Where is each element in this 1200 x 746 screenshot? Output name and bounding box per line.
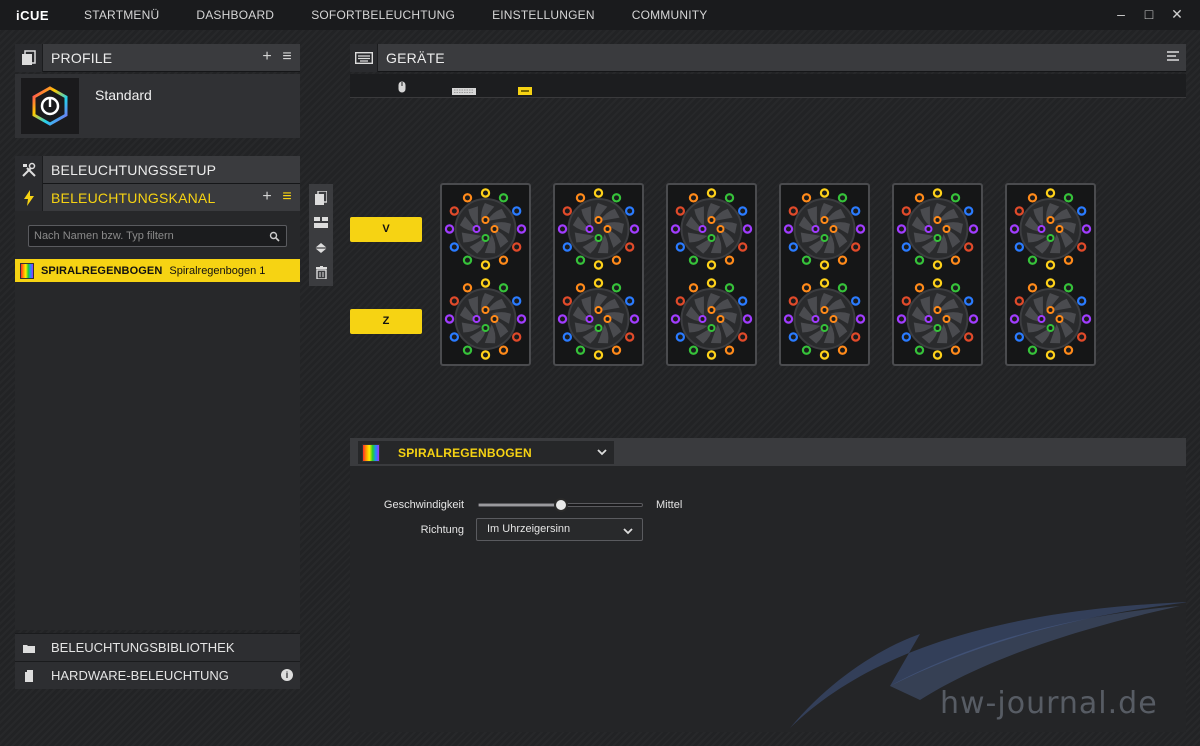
devices-header: GERÄTE	[350, 43, 1186, 72]
layers-icon[interactable]	[313, 214, 329, 231]
effect-bar: SPIRALREGENBOGEN	[350, 438, 1186, 466]
window-controls: – □ ✕	[1114, 6, 1184, 22]
fan-panel-3[interactable]	[666, 183, 757, 366]
speed-value: Mittel	[656, 499, 683, 511]
fan-panel-4[interactable]	[779, 183, 870, 366]
search-icon	[269, 229, 280, 249]
channel-header: BELEUCHTUNGSKANAL + ≡	[15, 183, 300, 212]
devices-menu-icon[interactable]	[1166, 48, 1180, 66]
fan-panel-1[interactable]	[440, 183, 531, 366]
layer-type: SPIRALREGENBOGEN	[41, 264, 163, 277]
chevron-down-icon	[622, 524, 634, 545]
fan-icon	[1009, 188, 1092, 360]
rainbow-swatch-icon	[20, 262, 34, 279]
fan-controller-icon[interactable]	[518, 82, 532, 100]
hardware-icon	[15, 669, 43, 682]
icue-window: iCUE STARTMENÜ DASHBOARD SOFORTBELEUCHTU…	[0, 0, 1200, 746]
speed-slider[interactable]	[478, 498, 643, 512]
chevron-down-icon	[596, 445, 608, 463]
effect-dropdown[interactable]: SPIRALREGENBOGEN	[358, 441, 614, 464]
folder-icon	[15, 643, 43, 653]
speed-slider-fill	[479, 504, 562, 506]
move-layer-icon[interactable]	[313, 239, 329, 256]
nav-settings[interactable]: EINSTELLUNGEN	[492, 8, 595, 22]
lightning-icon	[15, 183, 43, 212]
lighting-library[interactable]: BELEUCHTUNGSBIBLIOTHEK	[15, 633, 300, 661]
profile-menu-button[interactable]: ≡	[280, 48, 294, 66]
layer-tools	[309, 184, 333, 286]
hardware-lighting[interactable]: HARDWARE-BELEUCHTUNG i	[15, 661, 300, 689]
fan-panel-6[interactable]	[1005, 183, 1096, 366]
main-nav: STARTMENÜ DASHBOARD SOFORTBELEUCHTUNG EI…	[84, 8, 745, 22]
lighting-layers-panel: Nach Namen bzw. Typ filtern SPIRALREGENB…	[15, 211, 300, 630]
effect-selected: SPIRALREGENBOGEN	[398, 445, 532, 460]
direction-dropdown[interactable]: Im Uhrzeigersinn	[476, 518, 643, 541]
fan-icon	[670, 188, 753, 360]
mouse-icon[interactable]	[398, 80, 406, 98]
profile-icon	[15, 43, 43, 72]
fan-icon	[557, 188, 640, 360]
fan-panel-5[interactable]	[892, 183, 983, 366]
nav-instant-lighting[interactable]: SOFORTBELEUCHTUNG	[311, 8, 455, 22]
layer-filter-input[interactable]: Nach Namen bzw. Typ filtern	[28, 225, 287, 247]
nav-startmenu[interactable]: STARTMENÜ	[84, 8, 159, 22]
top-bar: iCUE STARTMENÜ DASHBOARD SOFORTBELEUCHTU…	[0, 0, 1200, 30]
direction-label: Richtung	[420, 524, 464, 536]
add-profile-button[interactable]: +	[260, 48, 274, 66]
search-placeholder: Nach Namen bzw. Typ filtern	[34, 230, 174, 242]
fan-icon	[896, 188, 979, 360]
copy-icon[interactable]	[313, 189, 329, 206]
hardware-lighting-label: HARDWARE-BELEUCHTUNG	[51, 668, 229, 683]
lighting-library-label: BELEUCHTUNGSBIBLIOTHEK	[51, 640, 235, 655]
trash-icon[interactable]	[313, 264, 329, 281]
mode-button-v[interactable]: V	[350, 217, 422, 242]
mode-button-z[interactable]: Z	[350, 309, 422, 334]
minimize-button[interactable]: –	[1114, 6, 1128, 22]
device-tabs	[350, 74, 1186, 98]
layer-name: Spiralregenbogen 1	[169, 264, 266, 277]
channel-title: BELEUCHTUNGSKANAL	[51, 189, 216, 206]
channel-menu-button[interactable]: ≡	[280, 188, 294, 206]
setup-title: BELEUCHTUNGSSETUP	[51, 161, 217, 178]
profile-logo-icon	[21, 78, 79, 134]
setup-header[interactable]: BELEUCHTUNGSSETUP	[15, 155, 300, 184]
fan-panel-2[interactable]	[553, 183, 644, 366]
keyboard-icon	[350, 43, 378, 72]
nav-community[interactable]: COMMUNITY	[632, 8, 708, 22]
profile-header: PROFILE + ≡	[15, 43, 300, 72]
app-brand: iCUE	[16, 7, 50, 23]
profile-card[interactable]: Standard	[15, 74, 300, 138]
profile-name: Standard	[95, 87, 152, 103]
speed-label: Geschwindigkeit	[383, 499, 464, 511]
tools-icon	[15, 155, 43, 184]
direction-value: Im Uhrzeigersinn	[487, 523, 571, 535]
fan-icon	[783, 188, 866, 360]
add-layer-button[interactable]: +	[260, 188, 274, 206]
rainbow-swatch-icon	[362, 443, 380, 462]
maximize-button[interactable]: □	[1142, 6, 1156, 22]
devices-title: GERÄTE	[386, 49, 445, 66]
close-button[interactable]: ✕	[1170, 6, 1184, 22]
fan-icon	[444, 188, 527, 360]
nav-dashboard[interactable]: DASHBOARD	[196, 8, 274, 22]
profile-title: PROFILE	[51, 49, 113, 66]
watermark: hw-journal.de	[940, 686, 1158, 721]
info-icon[interactable]: i	[281, 669, 293, 681]
speed-slider-thumb[interactable]	[553, 498, 568, 512]
layer-row[interactable]: SPIRALREGENBOGEN Spiralregenbogen 1	[15, 259, 300, 282]
keyboard-device-icon[interactable]	[452, 82, 476, 100]
